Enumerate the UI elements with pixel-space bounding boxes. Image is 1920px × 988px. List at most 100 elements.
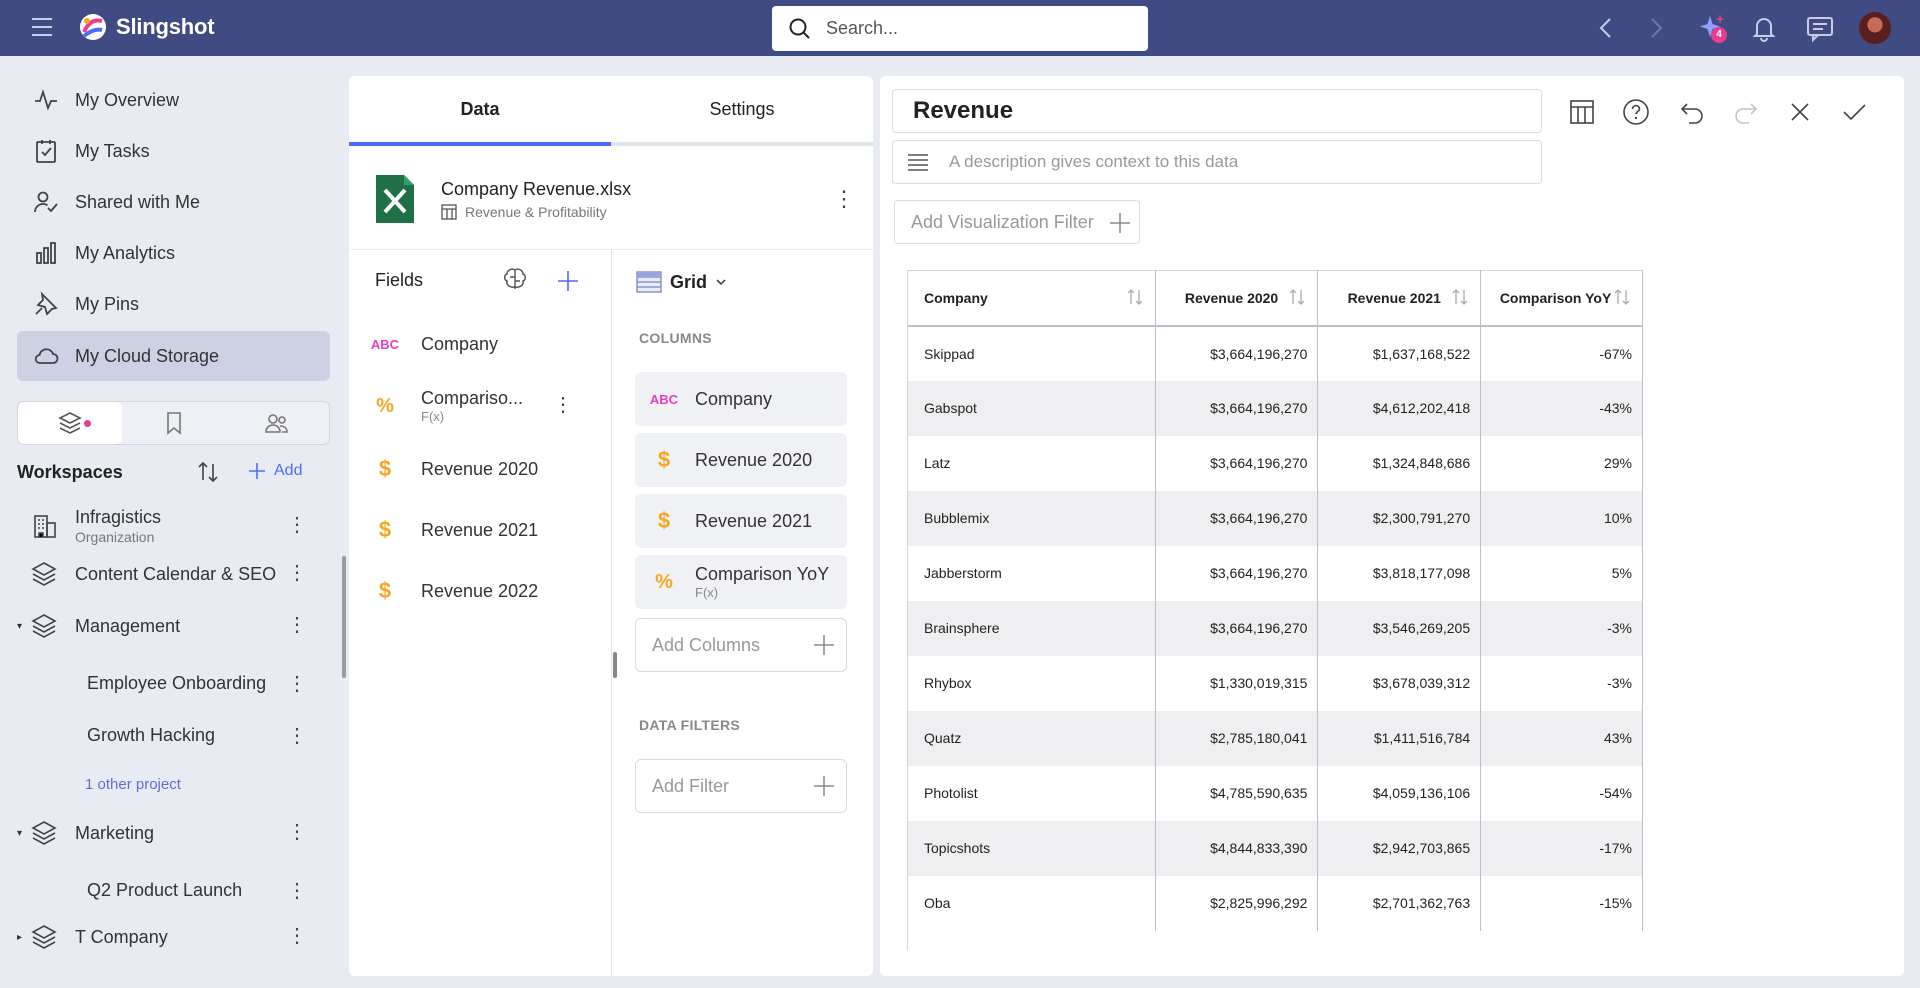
- tab-bookmarks[interactable]: [122, 402, 226, 444]
- add-workspace-button[interactable]: Add: [248, 462, 302, 480]
- more-options-icon[interactable]: ⋮: [287, 615, 307, 635]
- nav-item-my-analytics[interactable]: My Analytics: [17, 228, 330, 278]
- caret-down-icon[interactable]: ▾: [17, 828, 29, 839]
- project-employee-onboarding[interactable]: Employee Onboarding: [87, 673, 266, 694]
- layers-icon: [58, 412, 82, 434]
- add-visualization-filter-button[interactable]: Add Visualization Filter: [894, 200, 1140, 244]
- add-field-icon[interactable]: [556, 269, 580, 293]
- column-header[interactable]: Revenue 2020: [1155, 270, 1319, 327]
- sort-icon[interactable]: [196, 460, 220, 484]
- brain-ai-icon[interactable]: [501, 266, 529, 294]
- column-header[interactable]: Revenue 2021: [1317, 270, 1482, 327]
- undo-icon[interactable]: [1678, 98, 1706, 126]
- cloud-icon: [34, 348, 59, 364]
- workspace-infragistics[interactable]: Infragistics Organization ⋮: [17, 507, 317, 545]
- field-company[interactable]: ABC Company: [369, 334, 498, 355]
- caret-down-icon[interactable]: ▾: [17, 621, 29, 632]
- grid-icon: [636, 271, 662, 293]
- field-revenue-2022[interactable]: $ Revenue 2022: [369, 578, 538, 604]
- more-options-icon[interactable]: ⋮: [287, 926, 307, 946]
- tab-settings[interactable]: Settings: [611, 76, 873, 142]
- workspace-management[interactable]: ▾ Management ⋮: [17, 611, 317, 641]
- nav-item-my-tasks[interactable]: My Tasks: [17, 126, 330, 176]
- column-header[interactable]: Comparison YoY: [1480, 270, 1643, 327]
- table-row[interactable]: Brainsphere $3,664,196,270 $3,546,269,205-…: [908, 600, 1643, 656]
- visualization-title-input[interactable]: Revenue: [892, 89, 1542, 133]
- more-options-icon[interactable]: ⋮: [287, 515, 307, 535]
- chat-icon[interactable]: [1804, 12, 1836, 44]
- description-input[interactable]: A description gives context to this data: [892, 140, 1542, 184]
- hamburger-menu-icon[interactable]: [30, 16, 58, 40]
- confirm-check-icon[interactable]: [1840, 98, 1868, 126]
- table-row[interactable]: Gabspot $3,664,196,270 $4,612,202,418 -43%: [908, 380, 1643, 436]
- visualization-type-select[interactable]: Grid: [636, 270, 727, 294]
- table-view-icon[interactable]: [1568, 98, 1596, 126]
- field-revenue-2021[interactable]: $ Revenue 2021: [369, 517, 538, 543]
- table-row[interactable]: Quatz $2,785,180,041 $1,411,516,784 43%: [908, 710, 1643, 766]
- table-row[interactable]: Photolist $4,785,590,635 $4,059,136,106 -54…: [908, 765, 1643, 821]
- more-options-icon[interactable]: ⋮: [287, 723, 307, 748]
- more-options-icon[interactable]: ⋮: [287, 671, 307, 696]
- column-chip-comparison-yoy[interactable]: % Comparison YoY F(x): [635, 555, 847, 609]
- nav-item-my-cloud-storage[interactable]: My Cloud Storage: [17, 331, 330, 381]
- source-more-options-icon[interactable]: ⋮: [833, 186, 855, 212]
- tab-data[interactable]: Data: [349, 76, 611, 146]
- table-row[interactable]: Jabberstorm $3,664,196,270 $3,818,177,098 5…: [908, 545, 1643, 601]
- redo-icon[interactable]: [1732, 98, 1760, 126]
- table-row[interactable]: Topicshots $4,844,833,390 $2,942,703,865 -1…: [908, 820, 1643, 876]
- more-options-icon[interactable]: ⋮: [287, 822, 307, 842]
- app-logo[interactable]: Slingshot: [78, 12, 215, 42]
- close-icon[interactable]: [1786, 98, 1814, 126]
- nav-item-shared-with-me[interactable]: Shared with Me: [17, 177, 330, 227]
- add-columns-button[interactable]: Add Columns: [635, 618, 847, 672]
- help-icon[interactable]: [1622, 98, 1650, 126]
- table-cell: $1,330,019,315: [1155, 655, 1319, 711]
- more-options-icon[interactable]: ⋮: [287, 878, 307, 903]
- column-chip-company[interactable]: ABC Company: [635, 372, 847, 426]
- field-revenue-2020[interactable]: $ Revenue 2020: [369, 456, 538, 482]
- forward-arrow-icon[interactable]: [1640, 12, 1672, 44]
- project-growth-hacking[interactable]: Growth Hacking: [87, 725, 215, 746]
- user-avatar[interactable]: [1859, 12, 1891, 44]
- bell-icon[interactable]: [1748, 12, 1780, 44]
- table-row[interactable]: Latz $3,664,196,270 $1,324,848,686 29%: [908, 435, 1643, 491]
- column-header[interactable]: Company: [908, 270, 1156, 327]
- back-arrow-icon[interactable]: [1590, 12, 1622, 44]
- nav-item-my-pins[interactable]: My Pins: [17, 279, 330, 329]
- currency-type-icon: $: [657, 508, 671, 533]
- chevron-down-icon: [716, 279, 726, 286]
- more-options-icon[interactable]: ⋮: [287, 563, 307, 583]
- workspace-marketing[interactable]: ▾ Marketing ⋮: [17, 818, 317, 848]
- nav-item-my-overview[interactable]: My Overview: [17, 75, 330, 125]
- add-filter-button[interactable]: Add Filter: [635, 759, 847, 813]
- search-bar[interactable]: [772, 6, 1148, 51]
- table-row[interactable]: Rhybox $1,330,019,315 $3,678,039,312 -3%: [908, 655, 1643, 711]
- column-label: Revenue 2020: [695, 449, 813, 470]
- project-q2-product-launch[interactable]: Q2 Product Launch: [87, 880, 242, 901]
- sort-arrows-icon[interactable]: [1287, 287, 1307, 307]
- sidebar-scrollbar[interactable]: [342, 556, 346, 678]
- sort-arrows-icon[interactable]: [1125, 287, 1145, 307]
- search-input[interactable]: [826, 18, 1116, 39]
- tab-shared-users[interactable]: [225, 402, 329, 444]
- table-cell: -3%: [1480, 655, 1643, 711]
- column-chip-revenue-2021[interactable]: $ Revenue 2021: [635, 494, 847, 548]
- column-chip-revenue-2020[interactable]: $ Revenue 2020: [635, 433, 847, 487]
- field-more-options-icon[interactable]: ⋮: [553, 392, 573, 417]
- table-row[interactable]: Skippad $3,664,196,270 $1,637,168,522 -67%: [908, 325, 1643, 381]
- workspace-name: Content Calendar & SEO: [75, 563, 277, 584]
- table-row[interactable]: Oba $2,825,996,292 $2,701,362,763 -15%: [908, 875, 1643, 931]
- workspace-t-company[interactable]: ▸ T Company ⋮: [17, 922, 317, 952]
- sort-arrows-icon[interactable]: [1612, 287, 1632, 307]
- table-cell: $3,664,196,270: [1155, 435, 1319, 491]
- workspace-content-calendar[interactable]: Content Calendar & SEO ⋮: [17, 559, 317, 589]
- tab-workspaces[interactable]: [18, 402, 122, 444]
- caret-right-icon[interactable]: ▸: [17, 932, 29, 943]
- sort-arrows-icon[interactable]: [1450, 287, 1470, 307]
- table-row[interactable]: Bubblemix $3,664,196,270 $2,300,791,270 10%: [908, 490, 1643, 546]
- table-cell: Skippad: [908, 325, 1156, 381]
- resize-handle[interactable]: [613, 652, 617, 678]
- field-comparison[interactable]: % Compariso... F(x) ⋮: [369, 388, 573, 424]
- table-icon: [441, 204, 457, 220]
- other-projects-link[interactable]: 1 other project: [85, 776, 181, 793]
